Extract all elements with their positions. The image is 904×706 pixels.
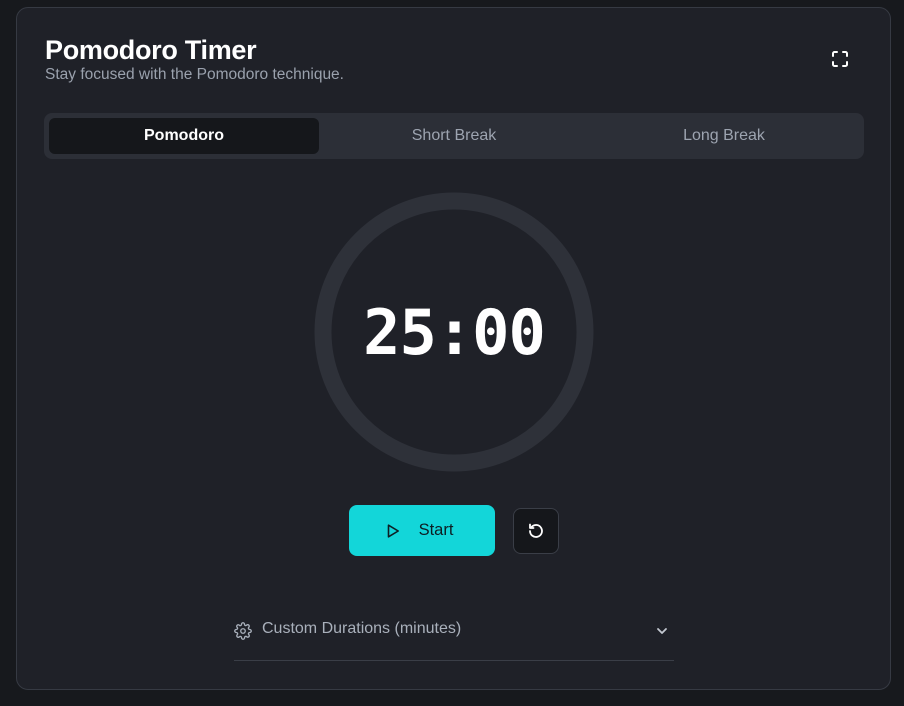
- timer-display: 25:00: [363, 295, 546, 369]
- play-icon: [387, 523, 399, 538]
- reset-icon: [529, 523, 543, 538]
- start-button-label: Start: [418, 521, 454, 539]
- tab-pomodoro[interactable]: Pomodoro: [49, 118, 319, 154]
- page-title: Pomodoro Timer: [45, 35, 257, 65]
- mode-tabs: Pomodoro Short Break Long Break: [44, 113, 864, 159]
- tab-long-break[interactable]: Long Break: [589, 118, 859, 154]
- fullscreen-icon: [832, 51, 848, 67]
- custom-durations-toggle[interactable]: Custom Durations (minutes): [234, 608, 674, 661]
- chevron-down-icon: [657, 628, 667, 634]
- gear-icon: [234, 622, 252, 640]
- tab-short-break[interactable]: Short Break: [319, 118, 589, 154]
- custom-durations-label: Custom Durations (minutes): [262, 620, 462, 637]
- start-button[interactable]: Start: [349, 505, 495, 556]
- pomodoro-card: Pomodoro Timer Stay focused with the Pom…: [16, 7, 891, 690]
- page-subtitle: Stay focused with the Pomodoro technique…: [45, 66, 344, 83]
- reset-button[interactable]: [513, 508, 559, 554]
- fullscreen-button[interactable]: [827, 46, 853, 72]
